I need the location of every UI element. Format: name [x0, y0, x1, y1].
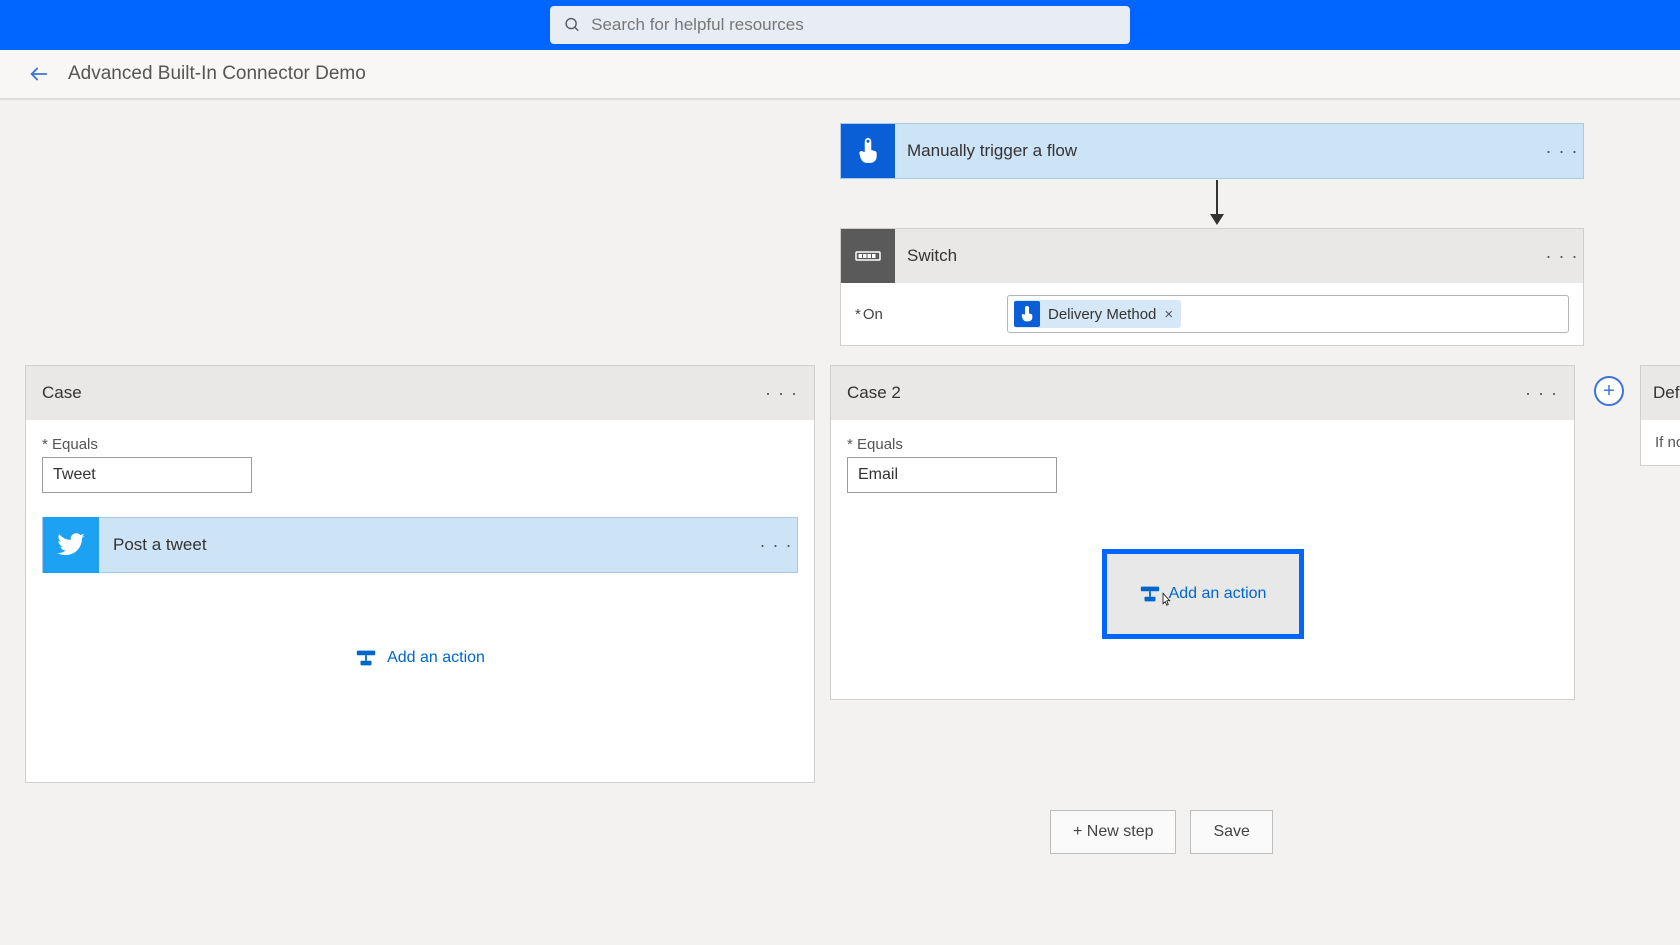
token-label: Delivery Method [1048, 306, 1156, 323]
new-step-button[interactable]: + New step [1050, 810, 1176, 854]
case-2-equals-input[interactable] [847, 457, 1057, 493]
add-action-icon [355, 649, 377, 667]
default-title: Defa [1641, 366, 1680, 420]
case-2-card: Case 2 · · · Equals Add an action [830, 365, 1575, 700]
token-remove-icon[interactable]: × [1164, 306, 1173, 323]
switch-label: Switch [895, 246, 1541, 266]
back-arrow-icon[interactable] [28, 63, 50, 85]
search-icon [564, 16, 581, 34]
switch-icon [841, 229, 895, 283]
trigger-card[interactable]: Manually trigger a flow · · · [840, 123, 1584, 179]
case-2-add-action-label: Add an action [1169, 585, 1267, 603]
default-card: Defa If no [1640, 365, 1680, 466]
case-1-card: Case · · · Equals Post a tweet · · · Add… [25, 365, 815, 783]
add-action-icon [1139, 585, 1161, 603]
plus-icon: + [1603, 380, 1615, 403]
case-2-equals-label: Equals [847, 436, 1558, 453]
case-1-title: Case [42, 383, 82, 403]
flow-arrow-icon [1205, 180, 1229, 226]
post-tweet-label: Post a tweet [99, 535, 755, 555]
switch-menu-icon[interactable]: · · · [1541, 246, 1583, 267]
twitter-icon [43, 517, 99, 573]
top-bar [0, 0, 1680, 50]
token-trigger-icon [1014, 301, 1040, 327]
case-1-equals-input[interactable] [42, 457, 252, 493]
case-1-equals-label: Equals [42, 436, 798, 453]
manual-trigger-icon [841, 124, 895, 178]
switch-on-field[interactable]: Delivery Method × [1007, 295, 1569, 333]
switch-card[interactable]: Switch · · · On Delivery Method × [840, 228, 1584, 346]
search-box[interactable] [550, 6, 1130, 44]
post-tweet-menu-icon[interactable]: · · · [755, 535, 797, 556]
save-button[interactable]: Save [1190, 810, 1272, 854]
flow-canvas: Manually trigger a flow · · · Switch · ·… [0, 100, 1680, 945]
case-2-menu-icon[interactable]: · · · [1525, 383, 1558, 404]
page-title: Advanced Built-In Connector Demo [68, 63, 366, 85]
switch-on-label: On [855, 306, 995, 323]
trigger-label: Manually trigger a flow [895, 141, 1541, 161]
trigger-menu-icon[interactable]: · · · [1541, 141, 1583, 162]
footer-buttons: + New step Save [1050, 810, 1273, 854]
title-bar: Advanced Built-In Connector Demo [0, 50, 1680, 100]
default-body: If no [1641, 420, 1680, 465]
post-tweet-action[interactable]: Post a tweet · · · [42, 517, 798, 573]
delivery-method-token[interactable]: Delivery Method × [1014, 300, 1181, 328]
case-1-menu-icon[interactable]: · · · [765, 383, 798, 404]
case-2-add-action-button[interactable]: Add an action [1139, 585, 1267, 603]
case-2-title: Case 2 [847, 383, 901, 403]
add-case-button[interactable]: + [1594, 376, 1624, 406]
case-1-add-action-label: Add an action [387, 649, 485, 667]
search-input[interactable] [591, 15, 1116, 35]
case-2-add-action-highlight: Add an action [1102, 549, 1304, 639]
case-1-add-action-button[interactable]: Add an action [42, 649, 798, 667]
